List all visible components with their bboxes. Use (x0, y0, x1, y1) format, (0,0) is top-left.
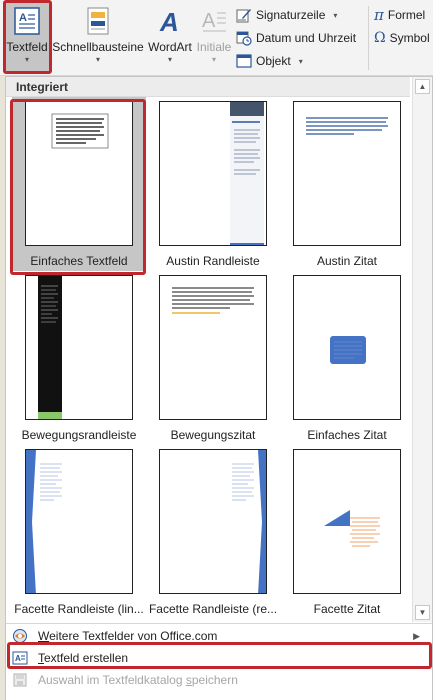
gallery-scrollbar[interactable]: ▲ ▼ (412, 77, 432, 622)
gallery-tile-facette-randleiste-rechts[interactable]: Facette Randleiste (re... (146, 445, 280, 619)
tile-thumbnail (25, 275, 133, 420)
symbol-label: Symbol (389, 31, 430, 45)
omega-icon: Ω (374, 30, 386, 46)
chevron-right-icon: ▶ (413, 630, 420, 641)
objekt-label: Objekt (256, 54, 291, 68)
wordart-label: WordArt (148, 40, 192, 54)
pi-icon: π (374, 6, 384, 24)
gallery-tile-bewegungszitat[interactable]: Bewegungszitat (146, 271, 280, 445)
datum-uhrzeit-label: Datum und Uhrzeit (256, 31, 357, 45)
tile-label: Bewegungsrandleiste (21, 428, 137, 442)
signaturzeile-label: Signaturzeile (256, 8, 326, 22)
initiale-button[interactable]: A Initiale ▾ (196, 2, 232, 72)
tile-thumbnail (25, 449, 133, 594)
initiale-label: Initiale (196, 40, 232, 54)
wordart-icon: A (155, 6, 185, 36)
tile-thumbnail (159, 449, 267, 594)
drop-cap-icon: A (199, 6, 229, 36)
textfeld-erstellen-highlight-box (7, 642, 432, 669)
svg-text:A: A (159, 7, 179, 35)
ribbon-insert-tab: A Textfeld ▾ Schnellbausteine ▾ A WordAr… (0, 0, 433, 76)
tile-label: Einfaches Zitat (307, 428, 387, 442)
tile-label: Austin Randleiste (166, 254, 260, 268)
textfeld-highlight-box (3, 0, 52, 74)
object-icon (236, 53, 252, 69)
symbol-button[interactable]: Ω Symbol (374, 28, 430, 48)
tile-label: Facette Randleiste (lin... (14, 602, 144, 616)
schnellbausteine-button[interactable]: Schnellbausteine ▾ (52, 2, 144, 72)
tile-thumbnail (293, 275, 401, 420)
tile-thumbnail (159, 101, 267, 246)
date-time-icon (236, 30, 252, 46)
gallery-tile-austin-zitat[interactable]: Austin Zitat (280, 97, 414, 271)
menu-item-weitere-label: Weitere Textfelder von Office.com (38, 629, 218, 643)
formel-button[interactable]: π Formel (374, 5, 425, 25)
scroll-down-icon[interactable]: ▼ (415, 605, 430, 620)
gallery-tile-facette-zitat[interactable]: Facette Zitat (280, 445, 414, 619)
gallery-tile-bewegungsrandleiste[interactable]: Bewegungsrandleiste (12, 271, 146, 445)
chevron-down-icon: ▾ (298, 56, 303, 66)
einfaches-textfeld-highlight-box (10, 99, 146, 275)
svg-text:A: A (202, 10, 216, 32)
menu-item-speichern-label: Auswahl im Textfeldkatalog speichern (38, 673, 238, 687)
section-header-integriert: Integriert (6, 77, 410, 97)
tile-label: Bewegungszitat (170, 428, 256, 442)
tile-thumbnail (293, 449, 401, 594)
tile-label: Facette Randleiste (re... (148, 602, 278, 616)
textfeld-gallery-dropdown: Integriert ▲ ▼ Einfaches Textfeld Austin… (5, 76, 433, 700)
gallery-tile-einfaches-zitat[interactable]: Einfaches Zitat (280, 271, 414, 445)
objekt-button[interactable]: Objekt ▾ (236, 51, 303, 71)
ribbon-separator (368, 6, 369, 70)
quick-parts-icon (83, 6, 113, 36)
chevron-down-icon: ▾ (95, 55, 100, 64)
save-selection-icon (12, 672, 28, 688)
chevron-down-icon: ▾ (333, 10, 338, 20)
signaturzeile-button[interactable]: Signaturzeile ▾ (236, 5, 337, 25)
wordart-button[interactable]: A WordArt ▾ (144, 2, 196, 72)
datum-uhrzeit-button[interactable]: Datum und Uhrzeit (236, 28, 356, 48)
tile-thumbnail (159, 275, 267, 420)
chevron-down-icon: ▾ (167, 55, 172, 64)
tile-label: Austin Zitat (316, 254, 378, 268)
chevron-down-icon: ▾ (211, 55, 216, 64)
gallery-tile-austin-randleiste[interactable]: Austin Randleiste (146, 97, 280, 271)
signature-line-icon (236, 7, 252, 23)
formel-label: Formel (387, 8, 426, 22)
menu-item-auswahl-speichern[interactable]: Auswahl im Textfeldkatalog speichern (6, 669, 432, 691)
schnellbausteine-label: Schnellbausteine (52, 40, 144, 54)
gallery-tile-facette-randleiste-links[interactable]: Facette Randleiste (lin... (12, 445, 146, 619)
tile-thumbnail (293, 101, 401, 246)
tile-label: Facette Zitat (313, 602, 381, 616)
scroll-up-icon[interactable]: ▲ (415, 79, 430, 94)
